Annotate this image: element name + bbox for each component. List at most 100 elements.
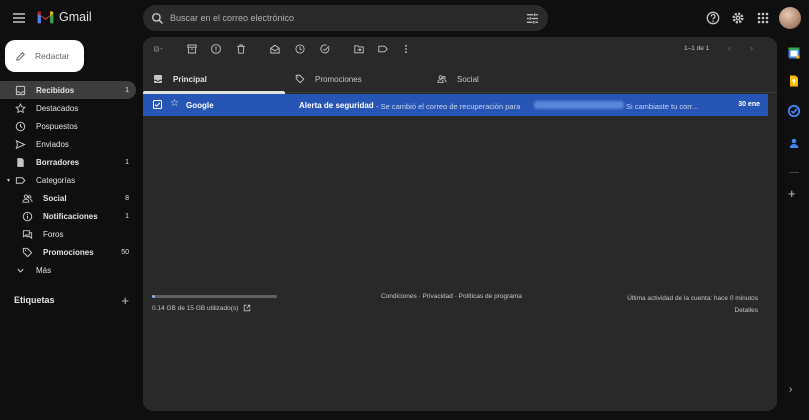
tag-icon xyxy=(295,74,305,84)
storage-progress-fill xyxy=(152,295,155,298)
email-row[interactable]: ☆ Google Alerta de seguridad - Se cambió… xyxy=(143,94,768,116)
labels-section-header: Etiquetas + xyxy=(14,293,134,308)
sidebar-item-label: Social xyxy=(43,193,67,203)
last-activity-text: Última actividad de la cuenta: hace 0 mi… xyxy=(627,295,758,302)
inbox-icon xyxy=(153,74,163,84)
account-activity: Última actividad de la cuenta: hace 0 mi… xyxy=(627,293,758,317)
compose-button[interactable]: Redactar xyxy=(5,40,84,72)
draft-icon xyxy=(15,157,26,168)
unread-count: 8 xyxy=(125,194,129,202)
tab-promociones[interactable]: Promociones xyxy=(285,65,427,93)
email-snippet-tail: Si cambiaste tu corr... xyxy=(626,101,699,111)
unread-count: 50 xyxy=(121,248,129,256)
sidebar-item-borradores[interactable]: Borradores 1 xyxy=(0,153,136,171)
sidebar-item-pospuestos[interactable]: Pospuestos xyxy=(0,117,136,135)
search-input[interactable] xyxy=(170,13,526,23)
sidebar-item-recibidos[interactable]: Recibidos 1 xyxy=(0,81,136,99)
archive-icon[interactable] xyxy=(187,44,197,54)
clock-icon xyxy=(15,121,26,132)
tasks-icon[interactable] xyxy=(787,104,801,118)
sidebar-item-label: Notificaciones xyxy=(43,211,98,221)
sidebar-item-promociones[interactable]: Promociones 50 xyxy=(0,243,136,261)
apps-grid-icon[interactable] xyxy=(756,11,770,25)
sidebar-item-notificaciones[interactable]: Notificaciones 1 xyxy=(0,207,136,225)
tab-label: Principal xyxy=(173,74,207,84)
next-page-chevron-icon[interactable]: › xyxy=(750,43,753,53)
sidebar-item-label: Destacados xyxy=(36,103,79,113)
email-date: 30 ene xyxy=(738,101,760,108)
sidebar-item-label: Pospuestos xyxy=(36,121,78,131)
sidebar-item-mas[interactable]: Más xyxy=(0,261,136,279)
people-icon xyxy=(437,74,447,84)
row-checkbox[interactable] xyxy=(153,100,162,109)
redacted-email-address xyxy=(534,101,624,109)
storage-text: 0.14 GB de 15 GB utilizado(s) xyxy=(152,304,239,312)
chevron-down-icon xyxy=(15,265,26,276)
sidebar-item-categorias[interactable]: ▾ Categorías xyxy=(0,171,136,189)
sidebar-item-enviados[interactable]: Enviados xyxy=(0,135,136,153)
forum-icon xyxy=(22,229,33,240)
sidebar-item-label: Recibidos xyxy=(36,85,75,95)
unread-count: 1 xyxy=(125,86,129,94)
prev-page-chevron-icon[interactable]: ‹ xyxy=(728,43,731,53)
mark-as-read-icon[interactable] xyxy=(270,44,280,54)
add-label-button[interactable]: + xyxy=(121,293,129,308)
tab-principal[interactable]: Principal xyxy=(143,65,285,94)
sidebar-item-label: Promociones xyxy=(43,247,94,257)
email-subject: Alerta de seguridad xyxy=(299,101,374,110)
settings-gear-icon[interactable] xyxy=(731,11,745,25)
delete-icon[interactable] xyxy=(236,44,246,54)
details-link[interactable]: Detalles xyxy=(627,305,758,317)
search-bar[interactable] xyxy=(143,5,548,31)
add-to-tasks-icon[interactable] xyxy=(320,44,330,54)
account-avatar[interactable] xyxy=(779,7,801,29)
info-icon xyxy=(22,211,33,222)
category-tabs: Principal Promociones Social xyxy=(143,65,777,94)
report-spam-icon[interactable] xyxy=(211,44,221,54)
footer-links[interactable]: Condiciones · Privacidad · Políticas de … xyxy=(381,293,522,300)
email-snippet: - Se cambió el correo de recuperación pa… xyxy=(376,101,521,111)
tab-label: Promociones xyxy=(315,74,362,84)
menu-icon[interactable] xyxy=(12,11,26,25)
show-side-panel-chevron-icon[interactable]: › xyxy=(789,384,792,395)
sidebar-item-label: Más xyxy=(36,265,52,275)
email-sender: Google xyxy=(186,101,214,110)
compose-label: Redactar xyxy=(35,51,70,61)
sidebar-item-label: Borradores xyxy=(36,157,80,167)
open-in-new-icon[interactable] xyxy=(243,304,251,312)
search-icon[interactable] xyxy=(151,12,164,25)
more-vert-icon[interactable] xyxy=(401,44,411,54)
sidebar-nav: Recibidos 1 Destacados Pospuestos Enviad… xyxy=(0,81,136,279)
sidebar-item-foros[interactable]: Foros xyxy=(0,225,136,243)
inbox-icon xyxy=(15,85,26,96)
calendar-icon[interactable] xyxy=(787,46,801,60)
send-icon xyxy=(15,139,26,150)
get-addons-plus-icon[interactable]: + xyxy=(788,186,796,201)
label-as-icon[interactable] xyxy=(378,44,388,54)
search-options-icon[interactable] xyxy=(526,12,539,25)
help-icon[interactable] xyxy=(706,11,720,25)
caret-down-icon[interactable]: ▾ xyxy=(7,177,10,184)
app-name: Gmail xyxy=(59,10,92,24)
top-header: Gmail xyxy=(0,0,809,36)
sidebar-item-destacados[interactable]: Destacados xyxy=(0,99,136,117)
sidebar-item-label: Enviados xyxy=(36,139,69,149)
side-panel-divider xyxy=(789,172,799,173)
gmail-logo[interactable]: Gmail xyxy=(36,10,92,24)
storage-usage: 0.14 GB de 15 GB utilizado(s) xyxy=(152,304,251,312)
gmail-m-icon xyxy=(37,11,54,24)
tab-label: Social xyxy=(457,74,479,84)
keep-icon[interactable] xyxy=(787,74,801,88)
move-to-folder-icon[interactable] xyxy=(354,44,364,54)
draft-count: 1 xyxy=(125,158,129,166)
snooze-clock-icon[interactable] xyxy=(295,44,305,54)
labels-heading: Etiquetas xyxy=(14,295,55,305)
contacts-icon[interactable] xyxy=(787,136,801,150)
sidebar-item-social[interactable]: Social 8 xyxy=(0,189,136,207)
storage-progress-bar xyxy=(152,295,277,298)
tab-social[interactable]: Social xyxy=(427,65,569,93)
star-toggle-icon[interactable]: ☆ xyxy=(170,98,179,109)
select-checkbox-icon[interactable] xyxy=(154,44,174,54)
people-icon xyxy=(22,193,33,204)
pagination-label: 1–1 de 1 xyxy=(684,45,710,52)
